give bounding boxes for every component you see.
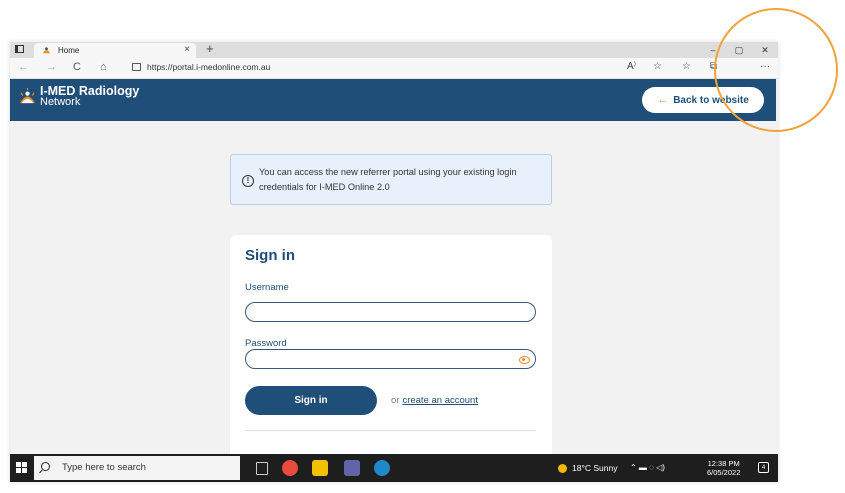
password-input[interactable] xyxy=(245,349,536,369)
teams-icon[interactable] xyxy=(344,460,360,476)
sign-in-title: Sign in xyxy=(245,247,295,264)
windows-taskbar: Type here to search 18°C Sunny ⌃ ▬ ◌ ◁) … xyxy=(10,454,778,482)
taskbar-search-placeholder: Type here to search xyxy=(62,462,146,473)
username-label: Username xyxy=(245,282,289,293)
system-tray-icons[interactable]: ⌃ ▬ ◌ ◁) xyxy=(630,454,665,482)
file-explorer-icon[interactable] xyxy=(312,460,328,476)
taskbar-clock[interactable]: 12:38 PM 6/05/2022 xyxy=(707,459,740,477)
edge-icon[interactable] xyxy=(374,460,390,476)
tab-bar: Home × + – ▢ ✕ xyxy=(10,42,778,58)
weather-sun-icon xyxy=(558,464,567,473)
tab-title: Home xyxy=(58,46,80,55)
home-icon[interactable]: ⌂ xyxy=(100,61,107,73)
url-text: https://portal.i-medonline.com.au xyxy=(147,62,271,72)
brand-subtitle: Network xyxy=(40,96,81,108)
show-password-eye-icon[interactable] xyxy=(519,356,530,364)
tab-actions-icon[interactable] xyxy=(15,45,24,53)
sign-in-button[interactable]: Sign in xyxy=(245,386,377,415)
browser-window: Home × + – ▢ ✕ ← → C ⌂ https://portal.i-me… xyxy=(10,42,778,482)
lock-icon xyxy=(132,63,141,71)
read-aloud-icon[interactable]: A⁾ xyxy=(627,61,636,72)
info-icon: ! xyxy=(242,175,254,187)
or-text: or xyxy=(391,395,400,406)
username-input[interactable] xyxy=(245,302,536,322)
page-scrollbar[interactable]: ▲ ▼ xyxy=(776,79,778,454)
create-account-row: or create an account xyxy=(391,395,478,406)
favorite-star-icon[interactable]: ☆ xyxy=(653,61,662,72)
clock-time: 12:38 PM xyxy=(707,459,740,468)
notification-center-icon[interactable]: 4 xyxy=(758,462,769,473)
scroll-down-icon[interactable]: ▼ xyxy=(777,446,778,452)
chrome-icon[interactable] xyxy=(282,460,298,476)
refresh-icon[interactable]: C xyxy=(73,61,81,73)
imed-logo-icon xyxy=(19,87,36,104)
search-icon xyxy=(41,462,50,471)
tab-home[interactable]: Home × xyxy=(34,43,196,58)
windows-start-icon[interactable] xyxy=(16,462,28,474)
site-favicon-icon xyxy=(42,47,51,54)
create-account-link[interactable]: create an account xyxy=(402,395,478,406)
address-bar-row: ← → C ⌂ https://portal.i-medonline.com.a… xyxy=(10,58,778,79)
tab-close-icon[interactable]: × xyxy=(184,44,190,55)
new-tab-button[interactable]: + xyxy=(206,42,214,56)
password-label: Password xyxy=(245,338,287,349)
card-divider xyxy=(245,430,536,431)
task-view-icon[interactable] xyxy=(256,462,268,475)
weather-text[interactable]: 18°C Sunny xyxy=(572,454,617,482)
arrow-left-icon: ← xyxy=(657,94,669,106)
info-message: You can access the new referrer portal u… xyxy=(259,167,517,192)
sign-in-card: Sign in Username Password Sign in or crea… xyxy=(230,235,552,465)
url-field[interactable]: https://portal.i-medonline.com.au xyxy=(132,60,628,75)
back-icon[interactable]: ← xyxy=(18,61,29,73)
favorites-icon[interactable]: ☆ xyxy=(682,61,691,72)
forward-icon[interactable]: → xyxy=(46,61,57,73)
clock-date: 6/05/2022 xyxy=(707,468,741,477)
site-header: I-MED Radiology Network ← Back to website xyxy=(10,79,776,121)
info-banner: ! You can access the new referrer portal… xyxy=(230,154,552,205)
highlight-circle-annotation xyxy=(714,8,838,132)
taskbar-search-box[interactable]: Type here to search xyxy=(34,456,240,480)
